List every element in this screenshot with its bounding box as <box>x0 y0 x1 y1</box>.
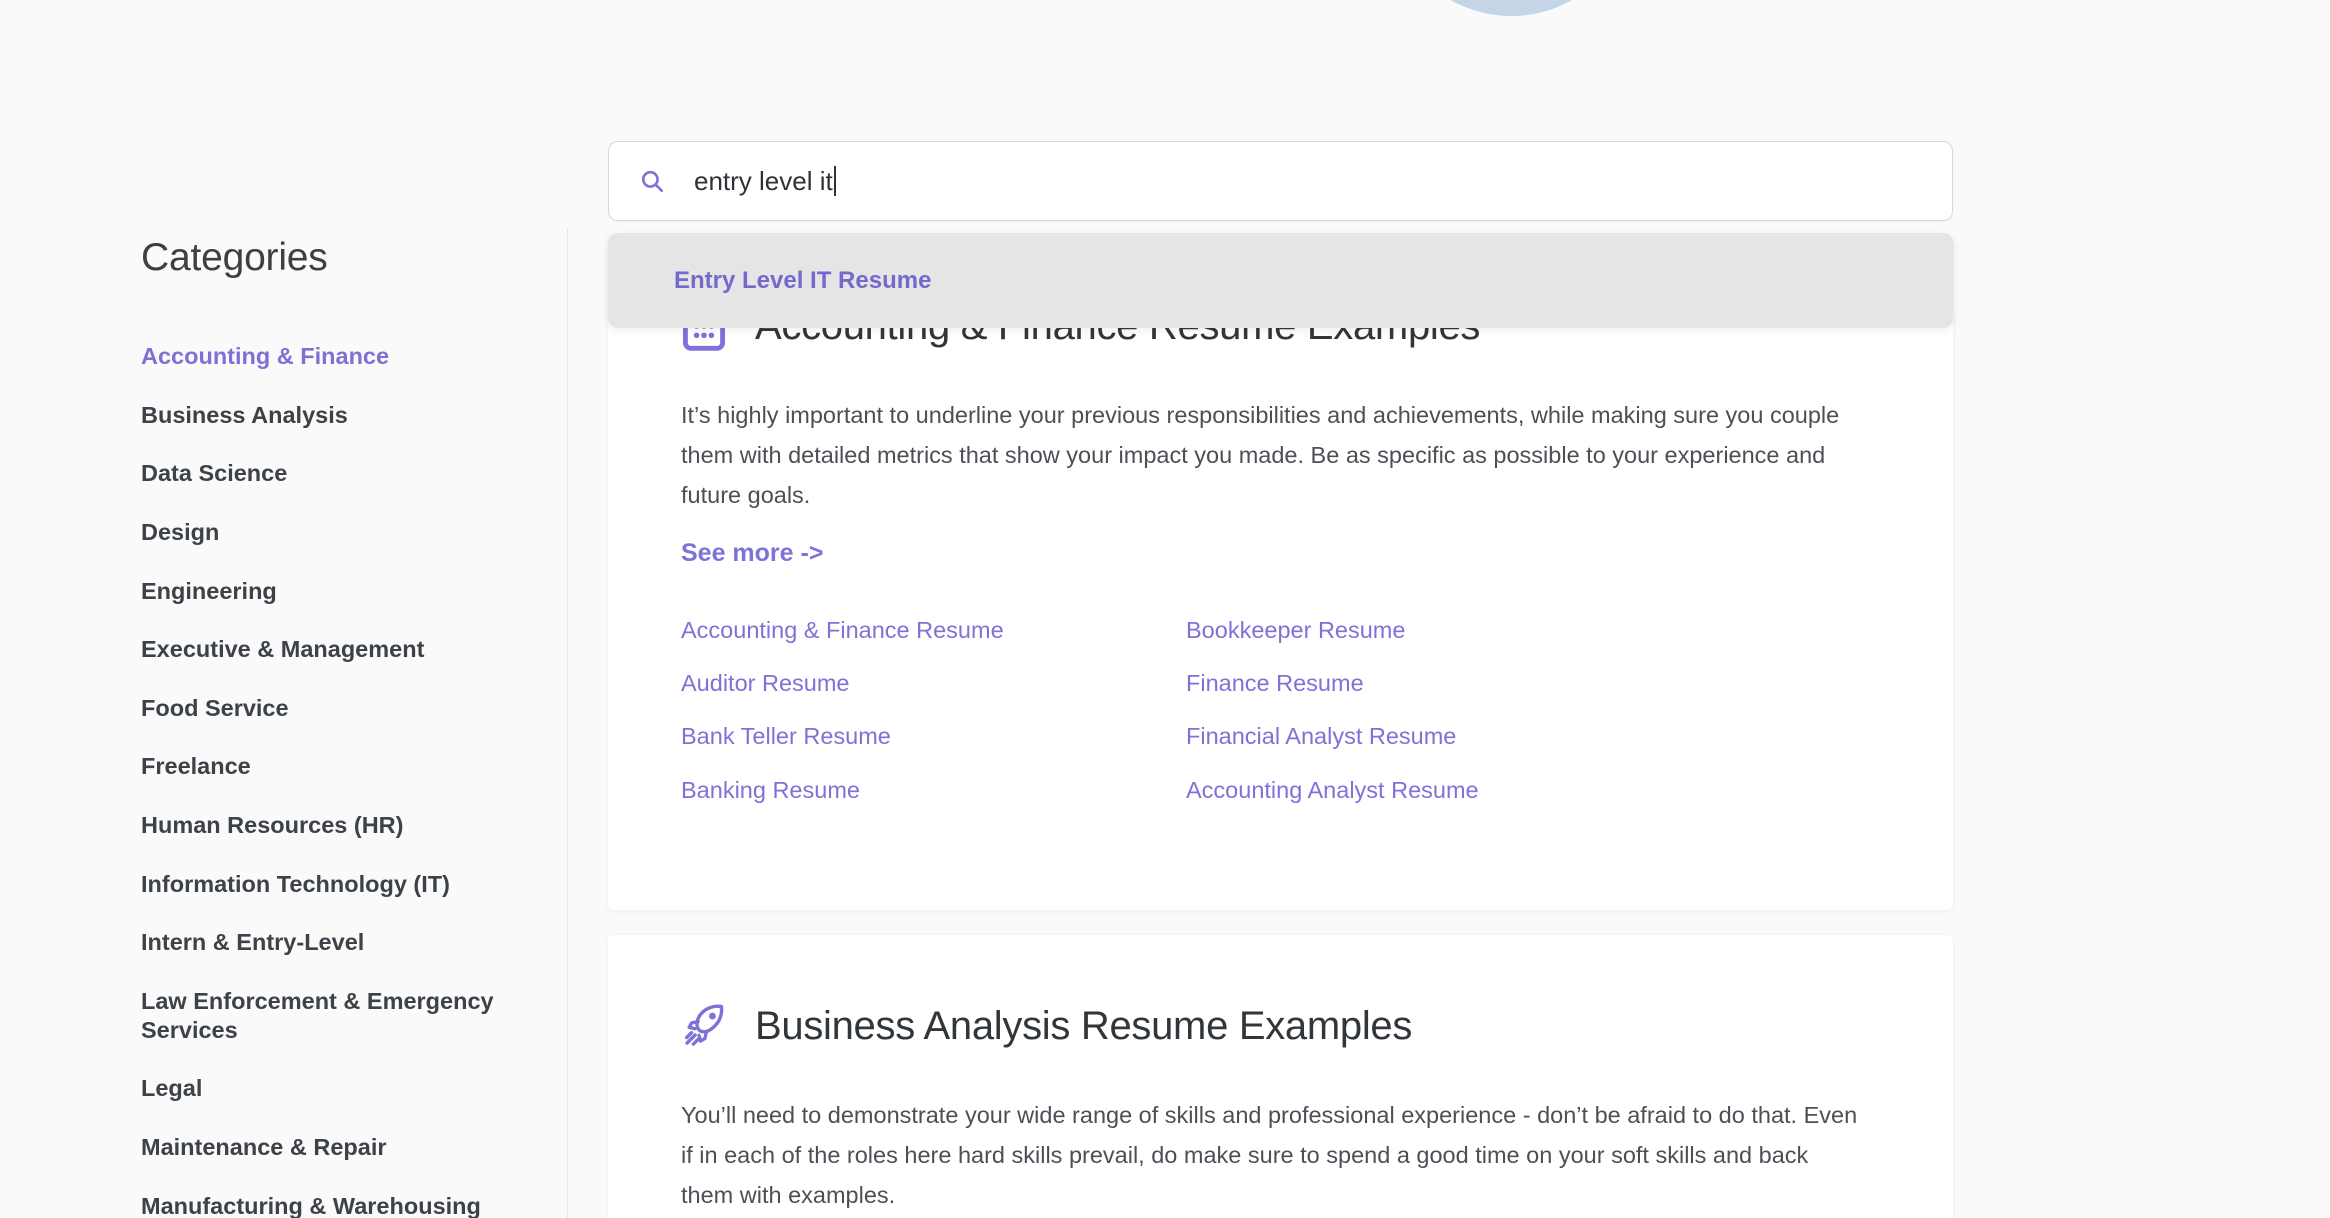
category-list: Accounting & Finance Business Analysis D… <box>141 342 568 1218</box>
see-more-link[interactable]: See more -> <box>681 541 823 566</box>
card-accounting-finance: Accounting & Finance Resume Examples It’… <box>608 235 1953 910</box>
resume-link[interactable]: Financial Analyst Resume <box>1186 722 1879 750</box>
sidebar-item-food-service[interactable]: Food Service <box>141 694 526 723</box>
card-title: Business Analysis Resume Examples <box>755 1004 1413 1048</box>
rocket-icon <box>681 1000 727 1052</box>
page-root: Categories Accounting & Finance Business… <box>0 0 2330 1218</box>
resume-link[interactable]: Auditor Resume <box>681 669 1186 697</box>
search-input[interactable]: entry level it <box>608 141 1953 221</box>
search-input-value: entry level it <box>694 166 833 196</box>
sidebar-item-maintenance-repair[interactable]: Maintenance & Repair <box>141 1133 526 1162</box>
resume-link[interactable]: Accounting & Finance Resume <box>681 616 1186 644</box>
resume-link[interactable]: Bookkeeper Resume <box>1186 616 1879 644</box>
sidebar-item-engineering[interactable]: Engineering <box>141 577 526 606</box>
main-content: Accounting & Finance Resume Examples It’… <box>608 0 1953 1218</box>
sidebar-item-human-resources[interactable]: Human Resources (HR) <box>141 811 526 840</box>
sidebar-item-business-analysis[interactable]: Business Analysis <box>141 401 526 430</box>
sidebar-item-data-science[interactable]: Data Science <box>141 459 526 488</box>
resume-link[interactable]: Bank Teller Resume <box>681 722 1186 750</box>
sidebar-item-information-technology[interactable]: Information Technology (IT) <box>141 870 526 899</box>
categories-title: Categories <box>141 236 328 279</box>
sidebar: Categories Accounting & Finance Business… <box>0 0 568 1218</box>
card-description: You’ll need to demonstrate your wide ran… <box>681 1102 1858 1208</box>
search-suggestions-panel: Entry Level IT Resume <box>608 233 1953 328</box>
sidebar-item-legal[interactable]: Legal <box>141 1074 526 1103</box>
sidebar-item-intern-entry-level[interactable]: Intern & Entry-Level <box>141 928 526 957</box>
sidebar-item-manufacturing-warehousing[interactable]: Manufacturing & Warehousing <box>141 1192 526 1218</box>
text-caret <box>833 166 836 196</box>
card-description: It’s highly important to underline your … <box>681 402 1840 508</box>
card-business-analysis: Business Analysis Resume Examples You’ll… <box>608 935 1953 1218</box>
sidebar-item-freelance[interactable]: Freelance <box>141 752 526 781</box>
sidebar-item-design[interactable]: Design <box>141 518 526 547</box>
sidebar-item-executive-management[interactable]: Executive & Management <box>141 635 526 664</box>
resume-link[interactable]: Accounting Analyst Resume <box>1186 776 1879 804</box>
resume-link[interactable]: Finance Resume <box>1186 669 1879 697</box>
sidebar-item-accounting-finance[interactable]: Accounting & Finance <box>141 342 526 371</box>
resume-link[interactable]: Banking Resume <box>681 776 1186 804</box>
suggestion-item-entry-level-it-resume[interactable]: Entry Level IT Resume <box>674 268 931 293</box>
sidebar-item-law-enforcement[interactable]: Law Enforcement & Emergency Services <box>141 987 526 1044</box>
search-icon <box>639 168 665 194</box>
resume-link-grid: Accounting & Finance Resume Bookkeeper R… <box>681 616 1879 804</box>
card-header: Business Analysis Resume Examples <box>681 995 1879 1057</box>
